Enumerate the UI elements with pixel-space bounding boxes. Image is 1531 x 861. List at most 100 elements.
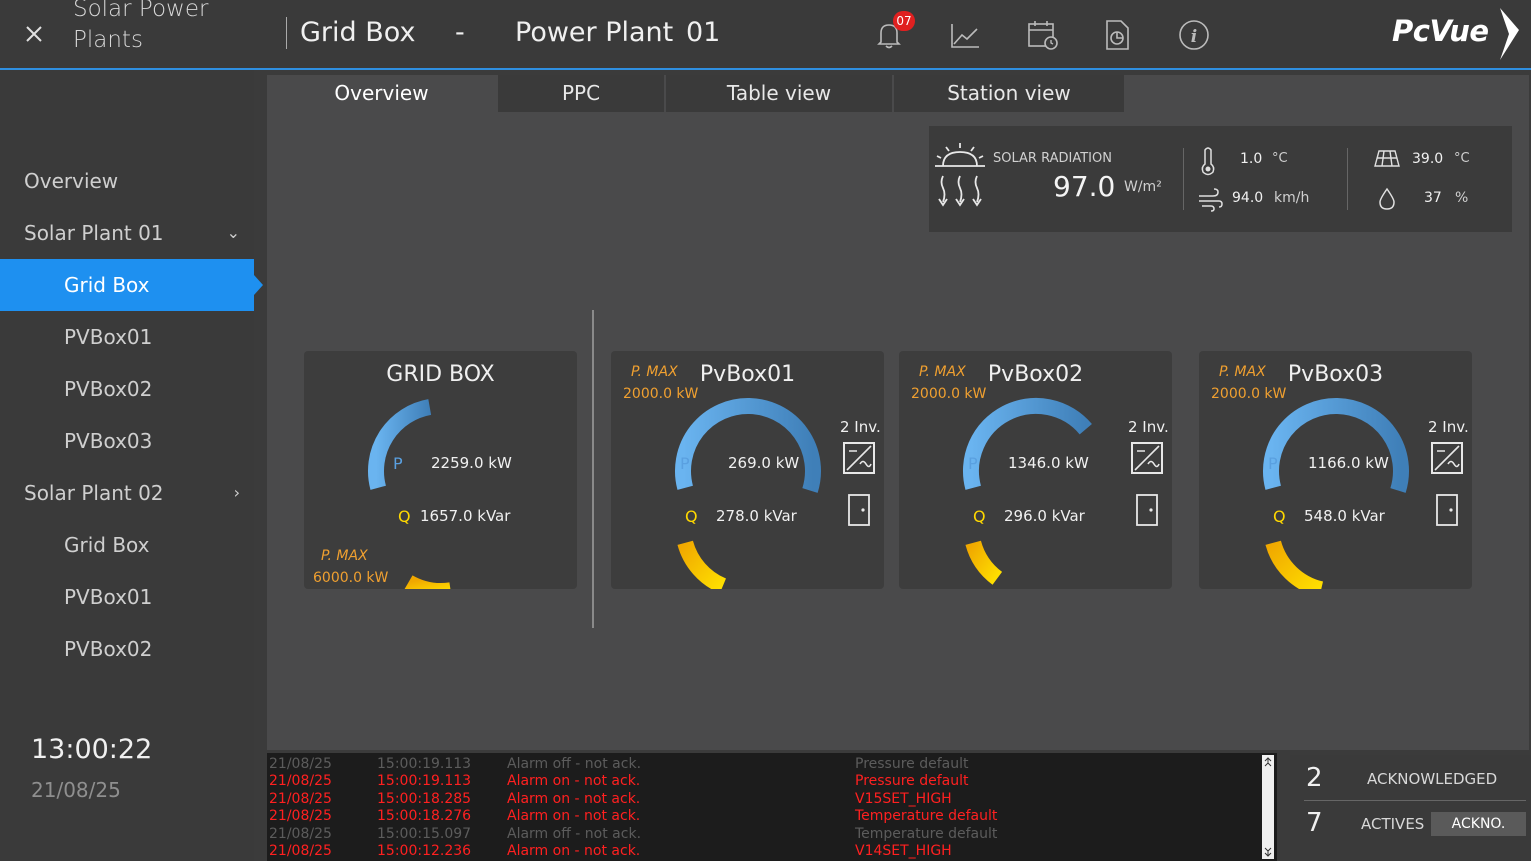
solar-radiation-icon (935, 143, 985, 207)
humidity-unit: % (1455, 190, 1469, 206)
humidity-value: 37 (1424, 190, 1442, 206)
wind-unit: km/h (1274, 190, 1310, 206)
sidebar-item-solar-plant-02[interactable]: Solar Plant 02 › (0, 467, 254, 519)
humidity-drop-icon (1379, 187, 1395, 210)
sidebar-item-grid-box-2[interactable]: Grid Box (0, 519, 254, 571)
plant-number: 01 (686, 17, 721, 48)
solar-panel-icon (1374, 150, 1400, 167)
door-icon[interactable] (848, 494, 870, 526)
radiation-value: 97.0 (1053, 170, 1116, 203)
q-gauge-arc (404, 575, 451, 589)
q-gauge-arc (1265, 540, 1324, 589)
p-gauge-arc (675, 398, 821, 493)
door-icon[interactable] (1136, 494, 1158, 526)
weather-panel: SOLAR RADIATION 97.0 W/m² 1.0 °C 94.0 km… (929, 126, 1512, 232)
sidebar-item-pvbox02[interactable]: PVBox02 (0, 363, 254, 415)
inverter-icon[interactable] (1431, 442, 1463, 474)
alarm-scrollbar[interactable] (1262, 755, 1274, 859)
pvbox02-card[interactable]: PvBox02 P. MAX 2000.0 kW P 1346.0 kW Q 2… (899, 351, 1172, 589)
q-label: Q (685, 507, 698, 526)
p-gauge-arc (963, 397, 1092, 490)
weather-divider-2 (1347, 148, 1348, 210)
sidebar-item-pvbox01-2[interactable]: PVBox01 (0, 571, 254, 623)
q-value: 548.0 kVar (1304, 507, 1385, 525)
tab-station-view[interactable]: Station view (894, 75, 1124, 112)
door-icon[interactable] (1436, 494, 1458, 526)
context-title: Grid Box (300, 17, 416, 48)
grid-box-card[interactable]: GRID BOX P 2259.0 kW Q 1657.0 kVar P. MA… (304, 351, 577, 589)
inverter-icon[interactable] (843, 442, 875, 474)
q-label: Q (1273, 507, 1286, 526)
q-gauge-arc (965, 540, 1003, 585)
scroll-arrows-icon (1264, 757, 1272, 857)
sidebar-item-pvbox01[interactable]: PVBox01 (0, 311, 254, 363)
p-label: P (1268, 454, 1278, 473)
trend-chart-icon[interactable] (948, 18, 982, 52)
app-title: Solar Power Plants (73, 0, 209, 53)
inverter-icon[interactable] (1131, 442, 1163, 474)
close-icon[interactable] (22, 22, 46, 46)
sidebar-item-grid-box[interactable]: Grid Box (0, 259, 263, 311)
pvbox01-card[interactable]: PvBox01 P. MAX 2000.0 kW P 269.0 kW Q 27… (611, 351, 884, 589)
acknowledge-button[interactable]: ACKNO. (1431, 812, 1526, 836)
sidebar-item-solar-plant-01[interactable]: Solar Plant 01 ⌄ (0, 207, 254, 259)
q-value: 1657.0 kVar (420, 507, 511, 525)
p-label: P (680, 454, 690, 473)
q-value: 296.0 kVar (1004, 507, 1085, 525)
q-label: Q (973, 507, 986, 526)
p-label: P (968, 454, 978, 473)
wind-icon (1199, 188, 1223, 212)
sidebar-item-pvbox03[interactable]: PVBox03 (0, 415, 254, 467)
info-icon[interactable]: i (1177, 18, 1211, 52)
p-value: 2259.0 kW (431, 454, 512, 472)
header-separator (286, 17, 287, 49)
clock-time: 13:00:22 (31, 734, 153, 765)
calendar-clock-icon[interactable] (1026, 18, 1060, 52)
radiation-label: SOLAR RADIATION (993, 151, 1112, 166)
summary-divider (1304, 800, 1526, 801)
context-dash: - (455, 17, 465, 48)
pmax-label: P. MAX (321, 548, 368, 564)
inverter-count: 2 Inv. (1428, 418, 1469, 436)
panel-temperature-value: 39.0 (1412, 151, 1444, 167)
logo-arrow-icon (1500, 8, 1519, 60)
pcvue-logo: PcVue (1392, 14, 1489, 48)
thermometer-icon (1201, 147, 1215, 176)
q-gauge-arc (677, 540, 727, 589)
p-label: P (393, 454, 403, 473)
pvbox03-card[interactable]: PvBox03 P. MAX 2000.0 kW P 1166.0 kW Q 5… (1199, 351, 1472, 589)
inverter-count: 2 Inv. (840, 418, 881, 436)
alarm-summary: 2 ACKNOWLEDGED 7 ACTIVES ACKNO. (1290, 755, 1531, 861)
sidebar: Overview Solar Plant 01 ⌄ Grid Box PVBox0… (0, 70, 263, 861)
actives-label: ACTIVES (1361, 815, 1425, 833)
chevron-down-icon: ⌄ (226, 223, 240, 242)
section-divider (592, 310, 594, 628)
report-icon[interactable] (1100, 18, 1134, 52)
pmax-value: 6000.0 kW (313, 570, 389, 586)
tab-overview[interactable]: Overview (267, 75, 496, 112)
q-value: 278.0 kVar (716, 507, 797, 525)
svg-text:i: i (1191, 27, 1197, 47)
clock-date: 21/08/25 (31, 778, 121, 802)
acknowledged-label: ACKNOWLEDGED (1367, 770, 1498, 788)
q-label: Q (398, 507, 411, 526)
panel-temperature-unit: °C (1454, 151, 1470, 166)
sidebar-item-overview[interactable]: Overview (0, 155, 254, 207)
main-panel: Overview PPC Table view Station view SOL… (267, 75, 1529, 750)
p-gauge-arc (1263, 398, 1409, 493)
chevron-right-icon: › (233, 483, 240, 502)
notification-badge: 07 (893, 11, 915, 31)
sidebar-item-pvbox02-2[interactable]: PVBox02 (0, 623, 254, 675)
tab-table-view[interactable]: Table view (666, 75, 892, 112)
p-value: 1346.0 kW (1008, 454, 1089, 472)
tab-ppc[interactable]: PPC (498, 75, 664, 112)
temperature-unit: °C (1272, 151, 1288, 166)
acknowledged-count: 2 (1306, 763, 1323, 793)
temperature-value: 1.0 (1240, 151, 1263, 167)
p-value: 269.0 kW (728, 454, 800, 472)
p-value: 1166.0 kW (1308, 454, 1389, 472)
weather-divider (1183, 148, 1184, 210)
actives-count: 7 (1306, 808, 1323, 838)
radiation-unit: W/m² (1124, 179, 1162, 195)
plant-name: Power Plant (515, 17, 674, 48)
